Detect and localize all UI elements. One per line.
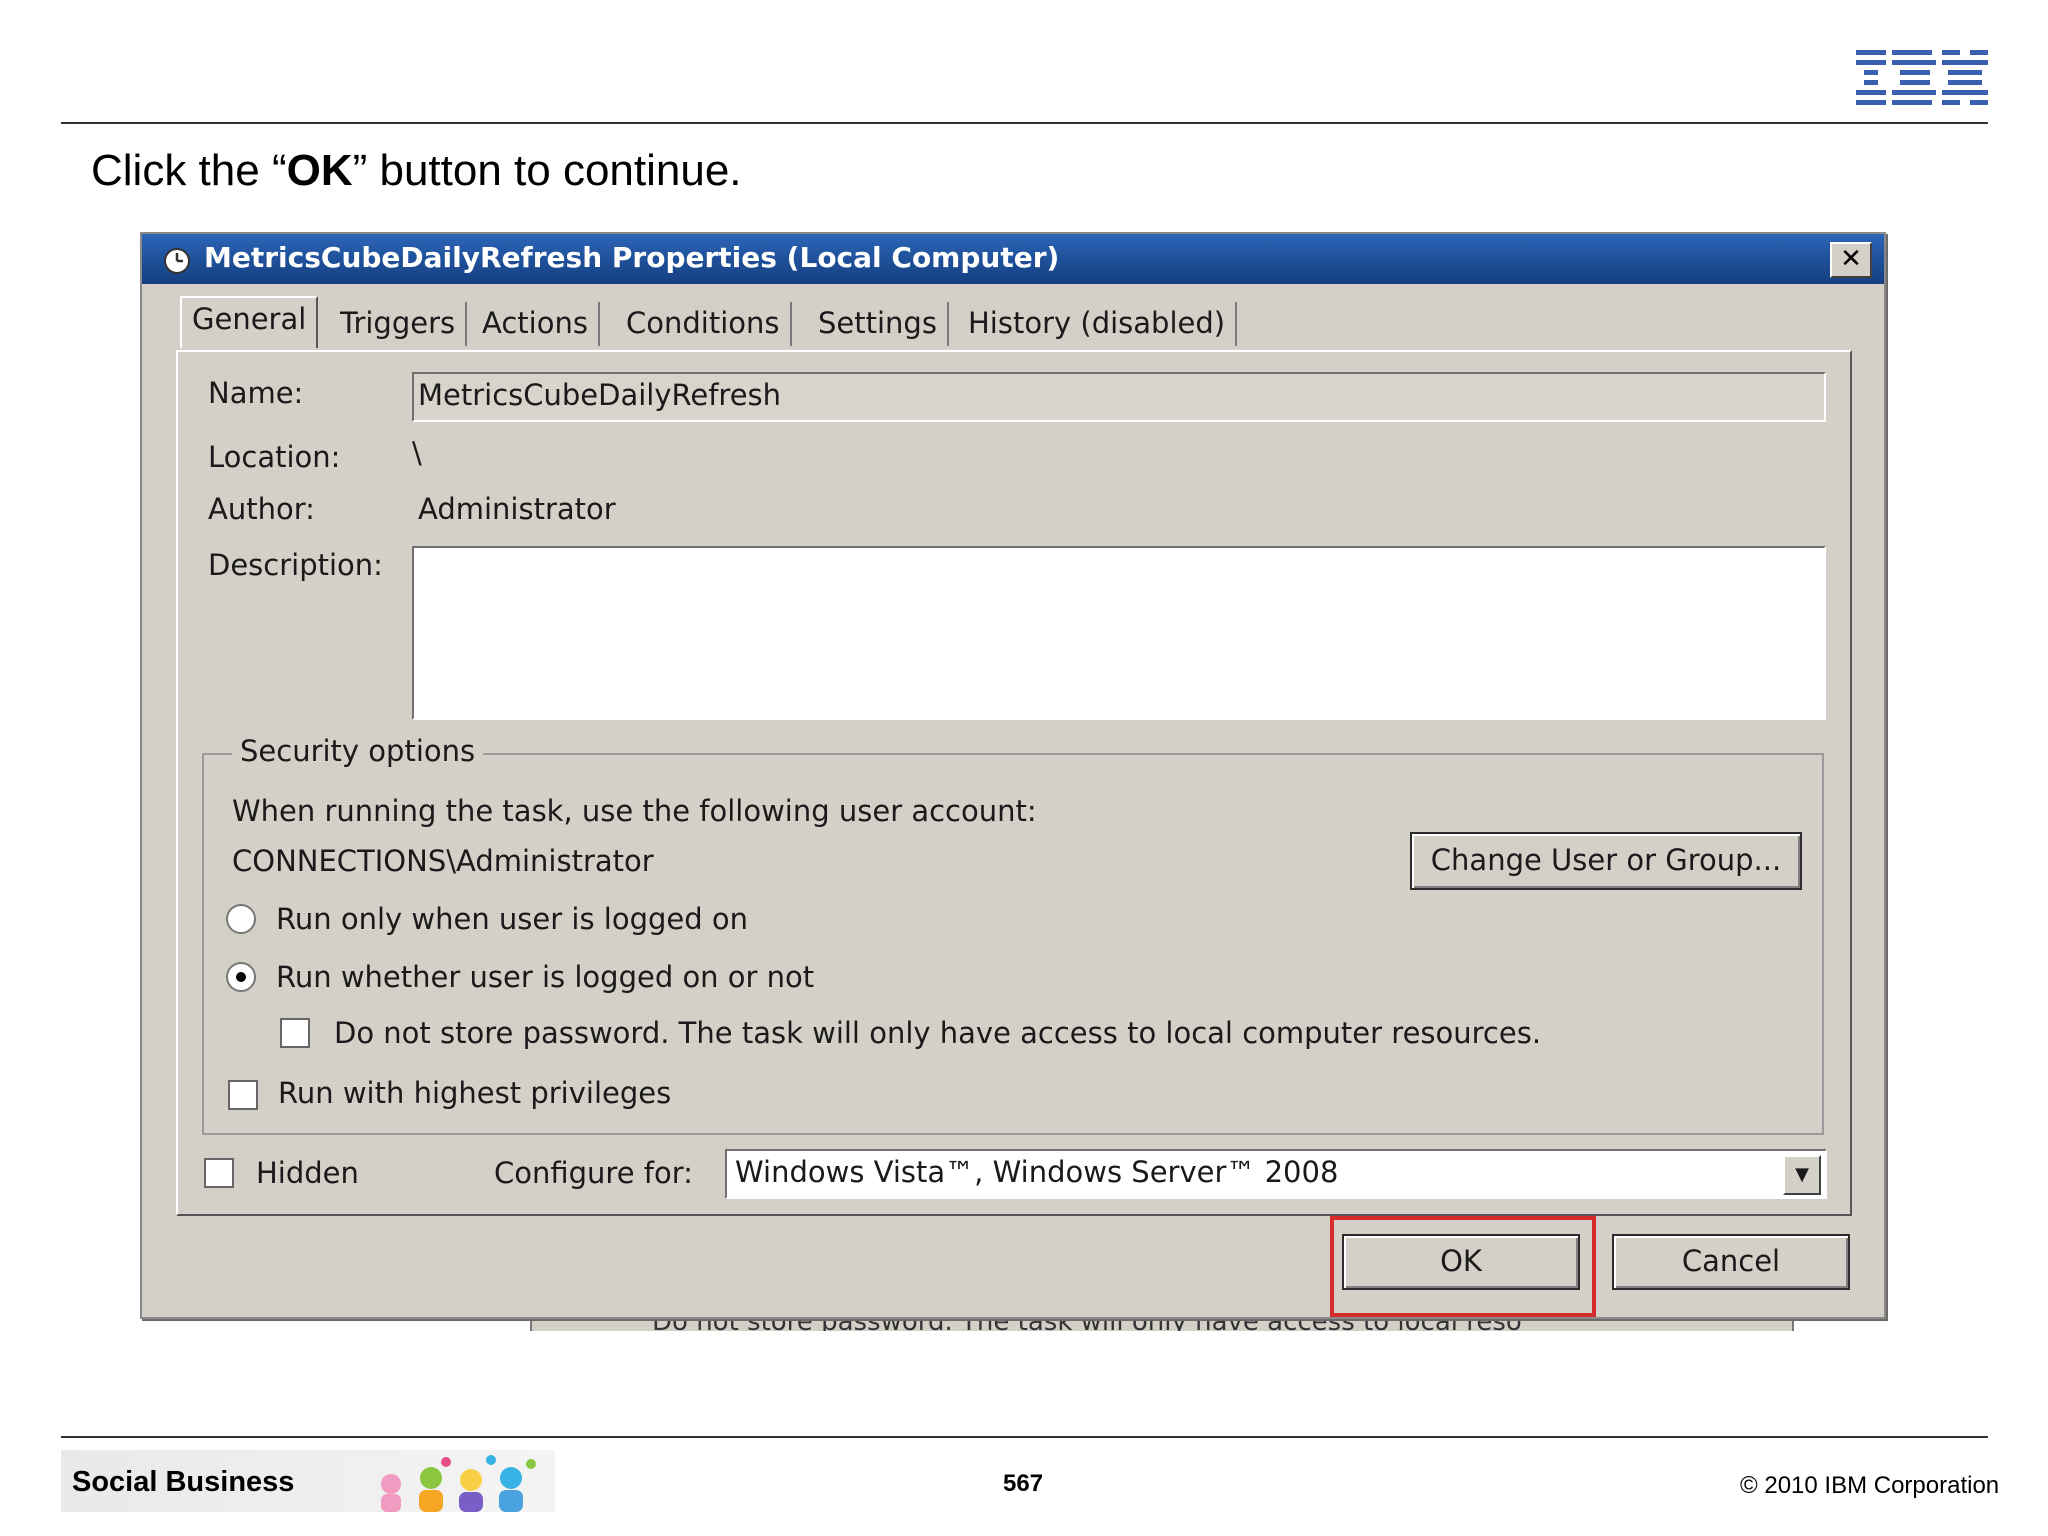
tab-actions[interactable]: Actions [472,302,600,346]
radio-run-logged-on-label[interactable]: Run only when user is logged on [276,902,748,936]
task-properties-dialog: MetricsCubeDailyRefresh Properties (Loca… [140,232,1886,1319]
ok-button-highlight [1330,1216,1596,1317]
configure-for-dropdown[interactable]: Windows Vista™, Windows Server™ 2008 ▼ [725,1149,1827,1199]
user-account: CONNECTIONS\Administrator [232,844,654,878]
people-graphic [381,1455,536,1512]
author-value: Administrator [418,492,616,526]
tab-general[interactable]: General [180,296,319,348]
footer-divider [61,1436,1988,1438]
radio-selected-dot [236,972,246,982]
close-button[interactable]: ✕ [1830,242,1872,278]
configure-for-value: Windows Vista™, Windows Server™ 2008 [735,1155,1339,1189]
hidden-label[interactable]: Hidden [256,1156,359,1190]
tab-history[interactable]: History (disabled) [958,302,1238,346]
highest-privileges-label[interactable]: Run with highest privileges [278,1076,671,1110]
clock-icon [164,248,190,274]
description-field[interactable] [412,546,1826,720]
header-divider [61,122,1988,124]
dialog-titlebar[interactable]: MetricsCubeDailyRefresh Properties (Loca… [142,234,1884,284]
chevron-down-icon[interactable]: ▼ [1783,1155,1821,1195]
do-not-store-password-label[interactable]: Do not store password. The task will onl… [334,1016,1541,1050]
tab-triggers[interactable]: Triggers [330,302,468,346]
cancel-button[interactable]: Cancel [1612,1234,1850,1290]
close-icon: ✕ [1840,244,1862,274]
name-field[interactable]: MetricsCubeDailyRefresh [412,372,1826,422]
radio-run-whether-label[interactable]: Run whether user is logged on or not [276,960,814,994]
highest-privileges-checkbox[interactable] [228,1080,258,1110]
dialog-title: MetricsCubeDailyRefresh Properties (Loca… [204,241,1060,274]
copyright: © 2010 IBM Corporation [1740,1472,2000,1499]
hidden-checkbox[interactable] [204,1158,234,1188]
description-label: Description: [208,548,383,582]
radio-run-logged-on[interactable] [226,904,256,934]
do-not-store-password-checkbox[interactable] [280,1018,310,1048]
security-options-title: Security options [232,734,484,768]
author-label: Author: [208,492,315,526]
instruction-text: Click the “OK” button to continue. [91,146,742,195]
page-number: 567 [1003,1470,1044,1497]
location-label: Location: [208,440,341,474]
name-value: MetricsCubeDailyRefresh [418,378,782,412]
ibm-logo [1856,50,1988,105]
location-value: \ [412,436,422,470]
instruction-ok-emphasis: OK [286,146,353,195]
change-user-button[interactable]: Change User or Group... [1410,832,1802,890]
footer-brand: Social Business [72,1466,295,1498]
tab-conditions[interactable]: Conditions [616,302,792,346]
account-prompt: When running the task, use the following… [232,794,1037,828]
tab-settings[interactable]: Settings [808,302,949,346]
radio-run-whether[interactable] [226,962,256,992]
configure-for-label: Configure for: [494,1156,693,1190]
name-label: Name: [208,376,304,410]
